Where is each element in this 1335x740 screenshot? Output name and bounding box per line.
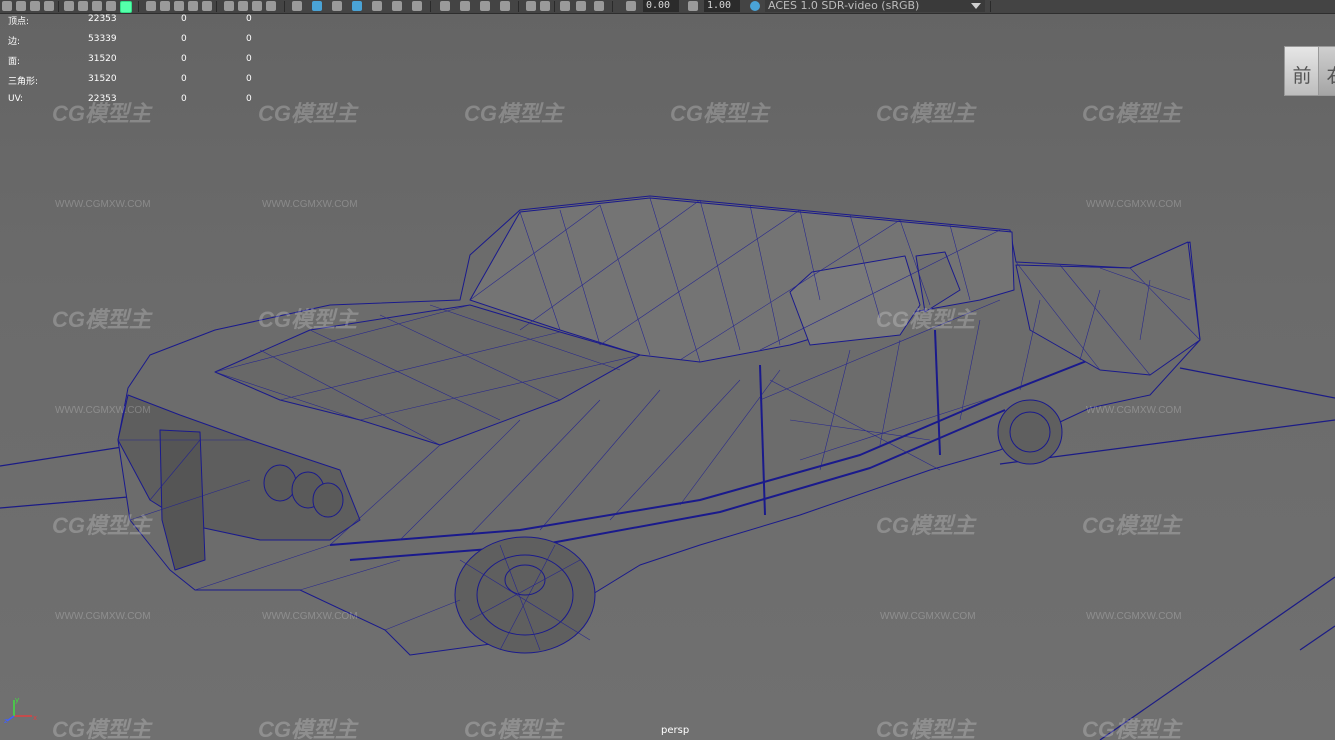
- gamma-field[interactable]: 1.00: [704, 0, 740, 12]
- grease-pencil-icon[interactable]: [64, 1, 74, 11]
- 2d-pan-zoom-icon[interactable]: [78, 1, 88, 11]
- watermark-url: WWW.CGMXW.COM: [1086, 611, 1182, 622]
- watermark-logo: CG模型主: [52, 513, 152, 538]
- bookmark-icon[interactable]: [30, 1, 40, 11]
- watermark-url: WWW.CGMXW.COM: [262, 199, 358, 210]
- image-plane-icon[interactable]: [44, 1, 54, 11]
- view-cube[interactable]: 前 右: [1284, 46, 1335, 104]
- hud-row-edges: 边: 53339 0 0: [8, 34, 252, 47]
- camera-attributes-icon[interactable]: [16, 1, 26, 11]
- axis-y-label: y: [15, 696, 19, 704]
- view-cube-front[interactable]: 前: [1284, 46, 1320, 96]
- film-gate-icon[interactable]: [106, 1, 116, 11]
- xray-active-icon[interactable]: [560, 1, 570, 11]
- shadows-icon[interactable]: [412, 1, 422, 11]
- ambient-occlusion-icon[interactable]: [440, 1, 450, 11]
- backface-icon[interactable]: [576, 1, 586, 11]
- axis-x-label: x: [33, 714, 37, 722]
- anti-aliasing-icon[interactable]: [480, 1, 490, 11]
- watermark-logo: CG模型主: [52, 717, 152, 740]
- color-management-icon[interactable]: [750, 1, 760, 11]
- color-space-label: ACES 1.0 SDR-video (sRGB): [768, 0, 920, 12]
- xray-joints-icon[interactable]: [540, 1, 550, 11]
- motion-blur-icon[interactable]: [460, 1, 470, 11]
- field-chart-icon[interactable]: [188, 1, 198, 11]
- lights-icon[interactable]: [392, 1, 402, 11]
- watermark-logo: CG模型主: [52, 307, 152, 332]
- watermark-logo: CG模型主: [1082, 101, 1182, 126]
- watermark-logo: CG模型主: [876, 513, 976, 538]
- poly-count-hud: 顶点: 22353 0 0 边: 53339 0 0 面: 31520 0 0 …: [6, 14, 266, 114]
- resolution-gate-icon[interactable]: [160, 1, 170, 11]
- xray-icon[interactable]: [332, 1, 342, 11]
- isolate-select-icon[interactable]: [526, 1, 536, 11]
- watermark-url: WWW.CGMXW.COM: [55, 199, 151, 210]
- maya-window: CG模型主 CG模型主 CG模型主 CG模型主 CG模型主 CG模型主 CG模型…: [0, 0, 1335, 740]
- grid-icon[interactable]: [146, 1, 156, 11]
- safe-title-icon[interactable]: [202, 1, 212, 11]
- bounding-box-icon[interactable]: [594, 1, 604, 11]
- lighting-icon[interactable]: [372, 1, 382, 11]
- gamma-icon[interactable]: [688, 1, 698, 11]
- smooth-shade-icon[interactable]: [238, 1, 248, 11]
- viewport-toolbar: 0.00 1.00 ACES 1.0 SDR-video (sRGB): [0, 0, 1335, 14]
- watermark-logo: CG模型主: [1082, 717, 1182, 740]
- axis-gizmo: x y z: [4, 696, 37, 724]
- hud-row-faces: 面: 31520 0 0: [8, 54, 252, 67]
- watermark-url: WWW.CGMXW.COM: [55, 611, 151, 622]
- exposure-icon[interactable]: [626, 1, 636, 11]
- wireframe-icon[interactable]: [224, 1, 234, 11]
- watermark-url: WWW.CGMXW.COM: [262, 611, 358, 622]
- texture-icon[interactable]: [252, 1, 262, 11]
- watermark-logo: CG模型主: [464, 101, 564, 126]
- safe-action-icon[interactable]: [174, 1, 184, 11]
- watermark-url: WWW.CGMXW.COM: [55, 405, 151, 416]
- watermark-url: WWW.CGMXW.COM: [1086, 405, 1182, 416]
- watermark-logo: CG模型主: [258, 101, 358, 126]
- wireframe-on-shaded-icon[interactable]: [120, 1, 132, 13]
- textured-icon[interactable]: [352, 1, 362, 11]
- hud-row-triangles: 三角形: 31520 0 0: [8, 74, 252, 87]
- axis-z-label: z: [4, 717, 8, 724]
- view-cube-right[interactable]: 右: [1318, 46, 1335, 96]
- exposure-field[interactable]: 0.00: [643, 0, 679, 12]
- car-wireframe: [117, 195, 1201, 656]
- watermark-logo: CG模型主: [876, 307, 976, 332]
- watermark-url: WWW.CGMXW.COM: [1086, 199, 1182, 210]
- camera-label: persp: [661, 725, 690, 736]
- watermark-logo: CG模型主: [258, 717, 358, 740]
- depth-of-field-icon[interactable]: [500, 1, 510, 11]
- shaded-cube-icon[interactable]: [292, 1, 302, 11]
- watermark-logo: CG模型主: [876, 101, 976, 126]
- text-icon[interactable]: [266, 1, 276, 11]
- chevron-down-icon: [971, 3, 981, 9]
- watermark-logo: CG模型主: [1082, 513, 1182, 538]
- watermark-logo: CG模型主: [876, 717, 976, 740]
- watermark-logo: CG模型主: [670, 101, 770, 126]
- color-space-dropdown[interactable]: ACES 1.0 SDR-video (sRGB): [765, 0, 985, 12]
- watermark-logo: CG模型主: [258, 307, 358, 332]
- hud-row-vertices: 顶点: 22353 0 0: [8, 14, 252, 27]
- watermark-url: WWW.CGMXW.COM: [880, 611, 976, 622]
- hud-row-uvs: UV: 22353 0 0: [8, 94, 252, 104]
- lock-camera-icon[interactable]: [92, 1, 102, 11]
- watermark-logo: CG模型主: [464, 717, 564, 740]
- shaded-mode-icon[interactable]: [312, 1, 322, 11]
- camera-icon[interactable]: [2, 1, 12, 11]
